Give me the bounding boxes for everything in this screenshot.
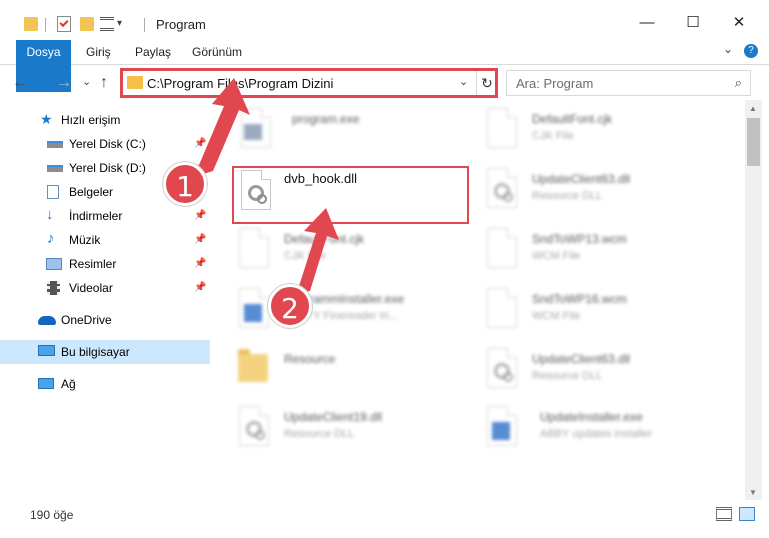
step-badge-2: 2 <box>268 284 312 328</box>
step-badge-1: 1 <box>163 162 207 206</box>
arrow-2 <box>296 208 339 293</box>
file-explorer-window: ▾ Program — ☐ ✕ Dosya Giriş Paylaş Görün… <box>0 0 769 538</box>
arrow-1 <box>197 78 250 176</box>
annotation-arrows <box>197 78 339 293</box>
